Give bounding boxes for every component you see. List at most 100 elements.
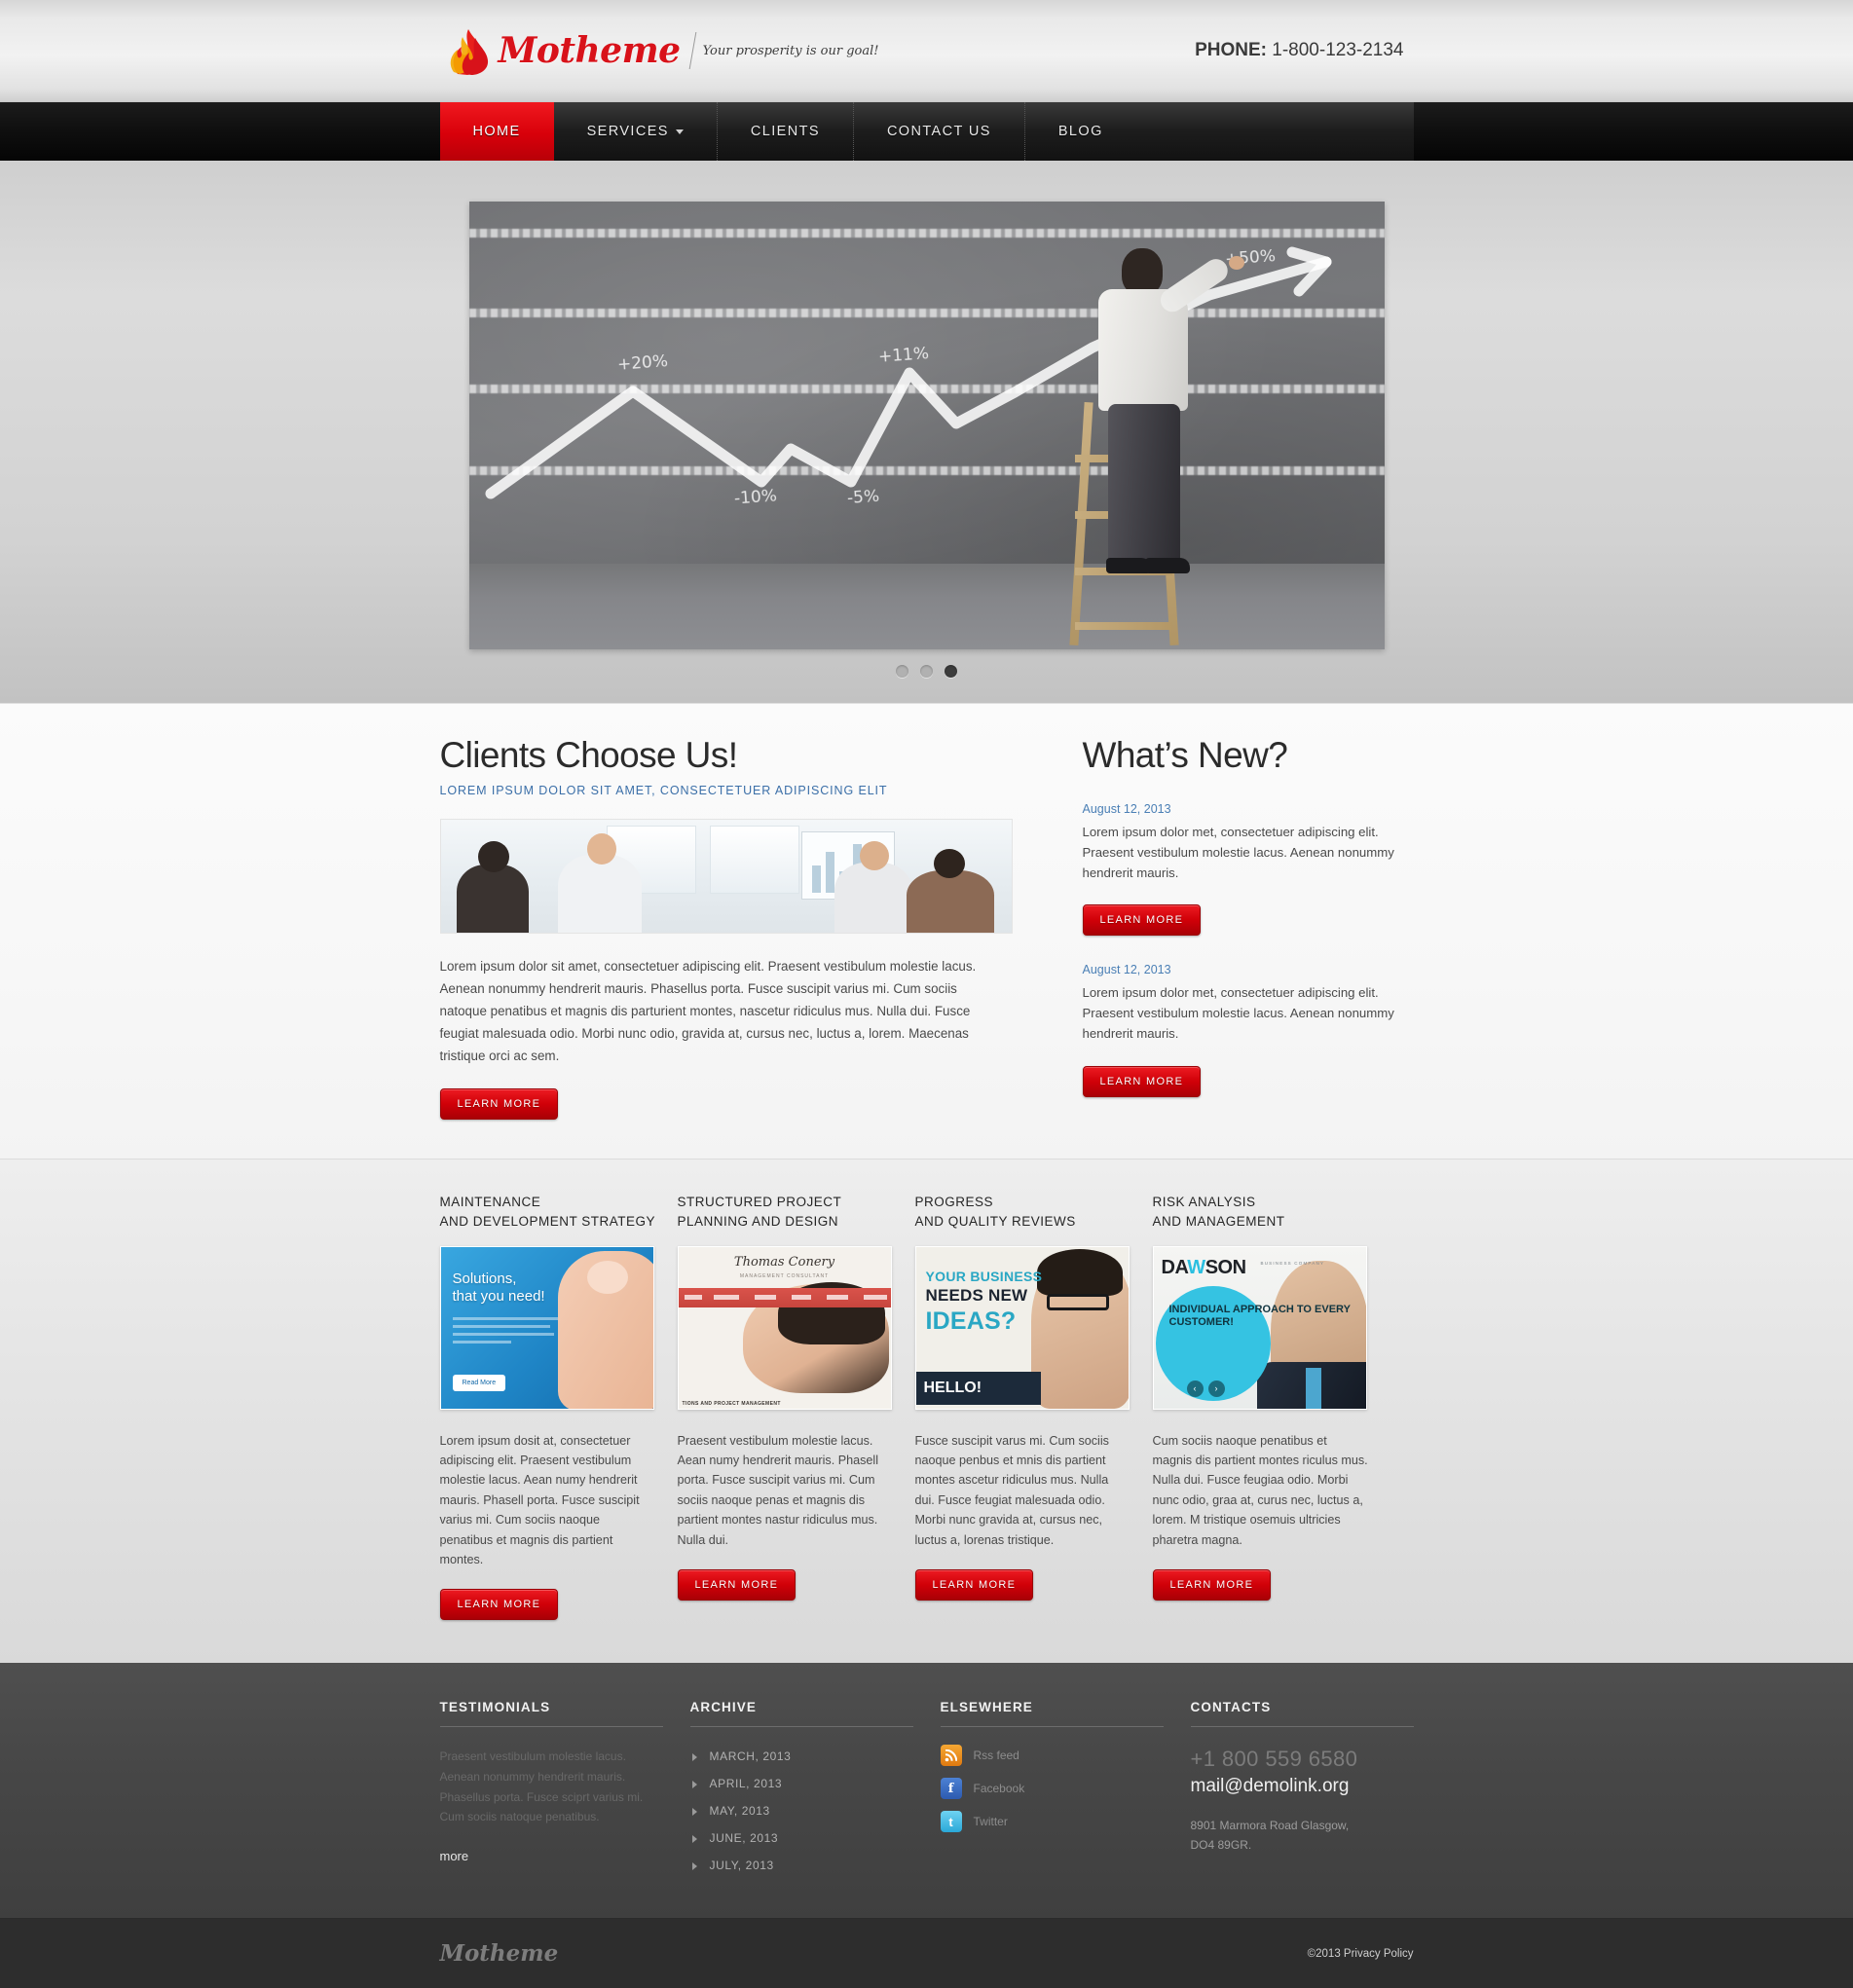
thumb-brand-sub: MANAGEMENT CONSULTANT [739,1272,830,1279]
site-logo[interactable]: Motheme Your prosperity is our goal! [448,25,879,76]
social-link-facebook[interactable]: f Facebook [940,1778,1164,1800]
chalk-label: -10% [732,486,778,509]
slider-dot-3[interactable] [945,665,957,678]
nav-item-blog[interactable]: BLOG [1025,102,1136,161]
phone-number[interactable]: 1-800-123-2134 [1272,40,1403,60]
news-date[interactable]: August 12, 2013 [1083,802,1404,816]
social-link-rss[interactable]: Rss feed [940,1745,1164,1767]
contact-email[interactable]: mail@demolink.org [1191,1776,1414,1797]
social-label: Twitter [973,1815,1008,1829]
chevron-down-icon [675,129,684,134]
archive-item[interactable]: JUNE, 2013 [690,1824,913,1852]
footer-heading: ELSEWHERE [940,1700,1164,1728]
testimonial-text: Praesent vestibulum molestie lacus. Aene… [439,1749,644,1824]
news-date[interactable]: August 12, 2013 [1083,963,1404,976]
thumb-footer-text: TIONS AND PROJECT MANAGEMENT [682,1400,781,1407]
chalk-label: +11% [876,344,930,367]
learn-more-button[interactable]: LEARN MORE [439,1088,559,1121]
service-title: MAINTENANCE AND DEVELOPMENT STRATEGY [440,1193,656,1233]
service-description: Cum sociis naoque penatibus et magnis di… [1152,1433,1368,1547]
thumb-headline-2: that you need! [452,1288,545,1306]
nav-item-services[interactable]: SERVICES [554,102,718,161]
learn-more-button[interactable]: LEARN MORE [914,1568,1034,1601]
service-title-line1: MAINTENANCE [439,1195,541,1210]
service-card-maintenance: MAINTENANCE AND DEVELOPMENT STRATEGY Sol… [439,1193,656,1621]
phone-label: PHONE: [1195,40,1267,60]
copyright-privacy-policy[interactable]: ©2013 Privacy Policy [1308,1948,1414,1960]
logo-tagline: Your prosperity is our goal! [702,43,879,58]
social-label: Facebook [973,1782,1025,1796]
archive-item[interactable]: APRIL, 2013 [690,1770,913,1797]
next-arrow-icon[interactable]: › [1207,1380,1225,1397]
address-line2: DO4 89GR. [1190,1837,1252,1852]
footer-heading: ARCHIVE [689,1700,913,1728]
thumb-read-more-button[interactable]: Read More [452,1374,506,1391]
nav-item-clients[interactable]: CLIENTS [718,102,854,161]
service-thumbnail[interactable]: YOUR BUSINESS NEEDS NEW IDEAS? HELLO! [914,1245,1130,1410]
contact-address: 8901 Marmora Road Glasgow, DO4 89GR. [1191,1817,1414,1854]
whats-new-block: What’s New? August 12, 2013 Lorem ipsum … [1082,736,1404,1120]
service-thumbnail[interactable]: Thomas Conery MANAGEMENT CONSULTANT TION… [677,1245,892,1410]
service-thumbnail[interactable]: Solutions, that you need! Read More [439,1245,654,1410]
nav-item-label: SERVICES [586,124,669,139]
bottom-logo[interactable]: Motheme [440,1940,559,1967]
team-photo [439,818,1013,934]
chalk-label: -5% [845,486,880,509]
prev-arrow-icon[interactable]: ‹ [1186,1380,1204,1397]
footer-archive: ARCHIVE MARCH, 2013 APRIL, 2013 MAY, 201… [689,1700,913,1879]
service-title: RISK ANALYSIS AND MANAGEMENT [1153,1193,1369,1233]
businessman-figure [1093,248,1244,599]
footer-contacts: CONTACTS +1 800 559 6580 mail@demolink.o… [1190,1700,1414,1879]
slider-dot-2[interactable] [920,665,933,678]
nav-item-label: CONTACT US [886,124,991,139]
news-text: Lorem ipsum dolor met, consectetuer adip… [1082,824,1394,881]
floor [468,564,1385,649]
service-title-line1: STRUCTURED PROJECT [677,1195,842,1210]
news-item: August 12, 2013 Lorem ipsum dolor met, c… [1082,802,1404,937]
service-title-line1: RISK ANALYSIS [1152,1195,1256,1210]
archive-item[interactable]: MAY, 2013 [690,1797,913,1824]
body-paragraph: Lorem ipsum dolor sit amet, consectetuer… [439,958,977,1064]
social-link-twitter[interactable]: t Twitter [940,1811,1164,1833]
thumb-line3: IDEAS? [925,1307,1017,1335]
nav-item-label: CLIENTS [750,124,820,139]
service-description: Praesent vestibulum molestie lacus. Aean… [677,1433,879,1547]
site-footer: TESTIMONIALS Praesent vestibulum molesti… [0,1663,1853,1919]
nav-item-home[interactable]: HOME [439,102,554,161]
thumb-headline-1: Solutions, [452,1270,517,1287]
thumb-brand-sub: BUSINESS COMPANY [1260,1260,1325,1266]
page-title: Clients Choose Us! [439,735,738,775]
footer-testimonials: TESTIMONIALS Praesent vestibulum molesti… [439,1700,663,1879]
learn-more-button[interactable]: LEARN MORE [677,1568,797,1601]
nav-item-label: BLOG [1057,124,1103,139]
rss-icon [940,1745,962,1767]
learn-more-button[interactable]: LEARN MORE [1152,1568,1272,1601]
more-link[interactable]: more [440,1849,469,1863]
service-title-line1: PROGRESS [914,1195,994,1210]
archive-item[interactable]: JULY, 2013 [690,1852,913,1879]
service-card-planning: STRUCTURED PROJECT PLANNING AND DESIGN T… [677,1193,894,1620]
twitter-icon: t [940,1811,962,1833]
service-thumbnail[interactable]: DAWSON BUSINESS COMPANY INDIVIDUAL APPRO… [1152,1245,1367,1410]
learn-more-button[interactable]: LEARN MORE [439,1589,559,1621]
learn-more-button[interactable]: LEARN MORE [1082,1065,1202,1097]
service-title-line2: PLANNING AND DESIGN [677,1214,839,1230]
nav-item-contact-us[interactable]: CONTACT US [854,102,1025,161]
learn-more-button[interactable]: LEARN MORE [1082,904,1202,937]
clients-choose-us-block: Clients Choose Us! LOREM IPSUM DOLOR SIT… [439,735,1024,1121]
chalk-label: +20% [615,351,669,375]
hero-slider-section: +20% +11% -10% -5% +50% [0,161,1853,703]
service-description: Fusce suscipit varus mi. Cum sociis naoq… [914,1433,1109,1547]
hero-slide[interactable]: +20% +11% -10% -5% +50% [468,202,1385,649]
nav-list: HOME SERVICES CLIENTS CONTACT US BLOG [439,102,1414,161]
slider-dot-1[interactable] [896,665,908,678]
thumb-line1: YOUR BUSINESS [925,1268,1043,1284]
site-header: Motheme Your prosperity is our goal! PHO… [0,0,1853,102]
address-line1: 8901 Marmora Road Glasgow, [1190,1819,1350,1833]
header-phone: PHONE: 1-800-123-2134 [1195,40,1403,61]
slider-pagination [469,665,1385,678]
service-description: Lorem ipsum dosit at, consectetuer adipi… [439,1433,640,1566]
thumb-banner: HELLO! [915,1371,1041,1405]
archive-item[interactable]: MARCH, 2013 [690,1743,913,1770]
service-title: PROGRESS AND QUALITY REVIEWS [915,1193,1131,1233]
